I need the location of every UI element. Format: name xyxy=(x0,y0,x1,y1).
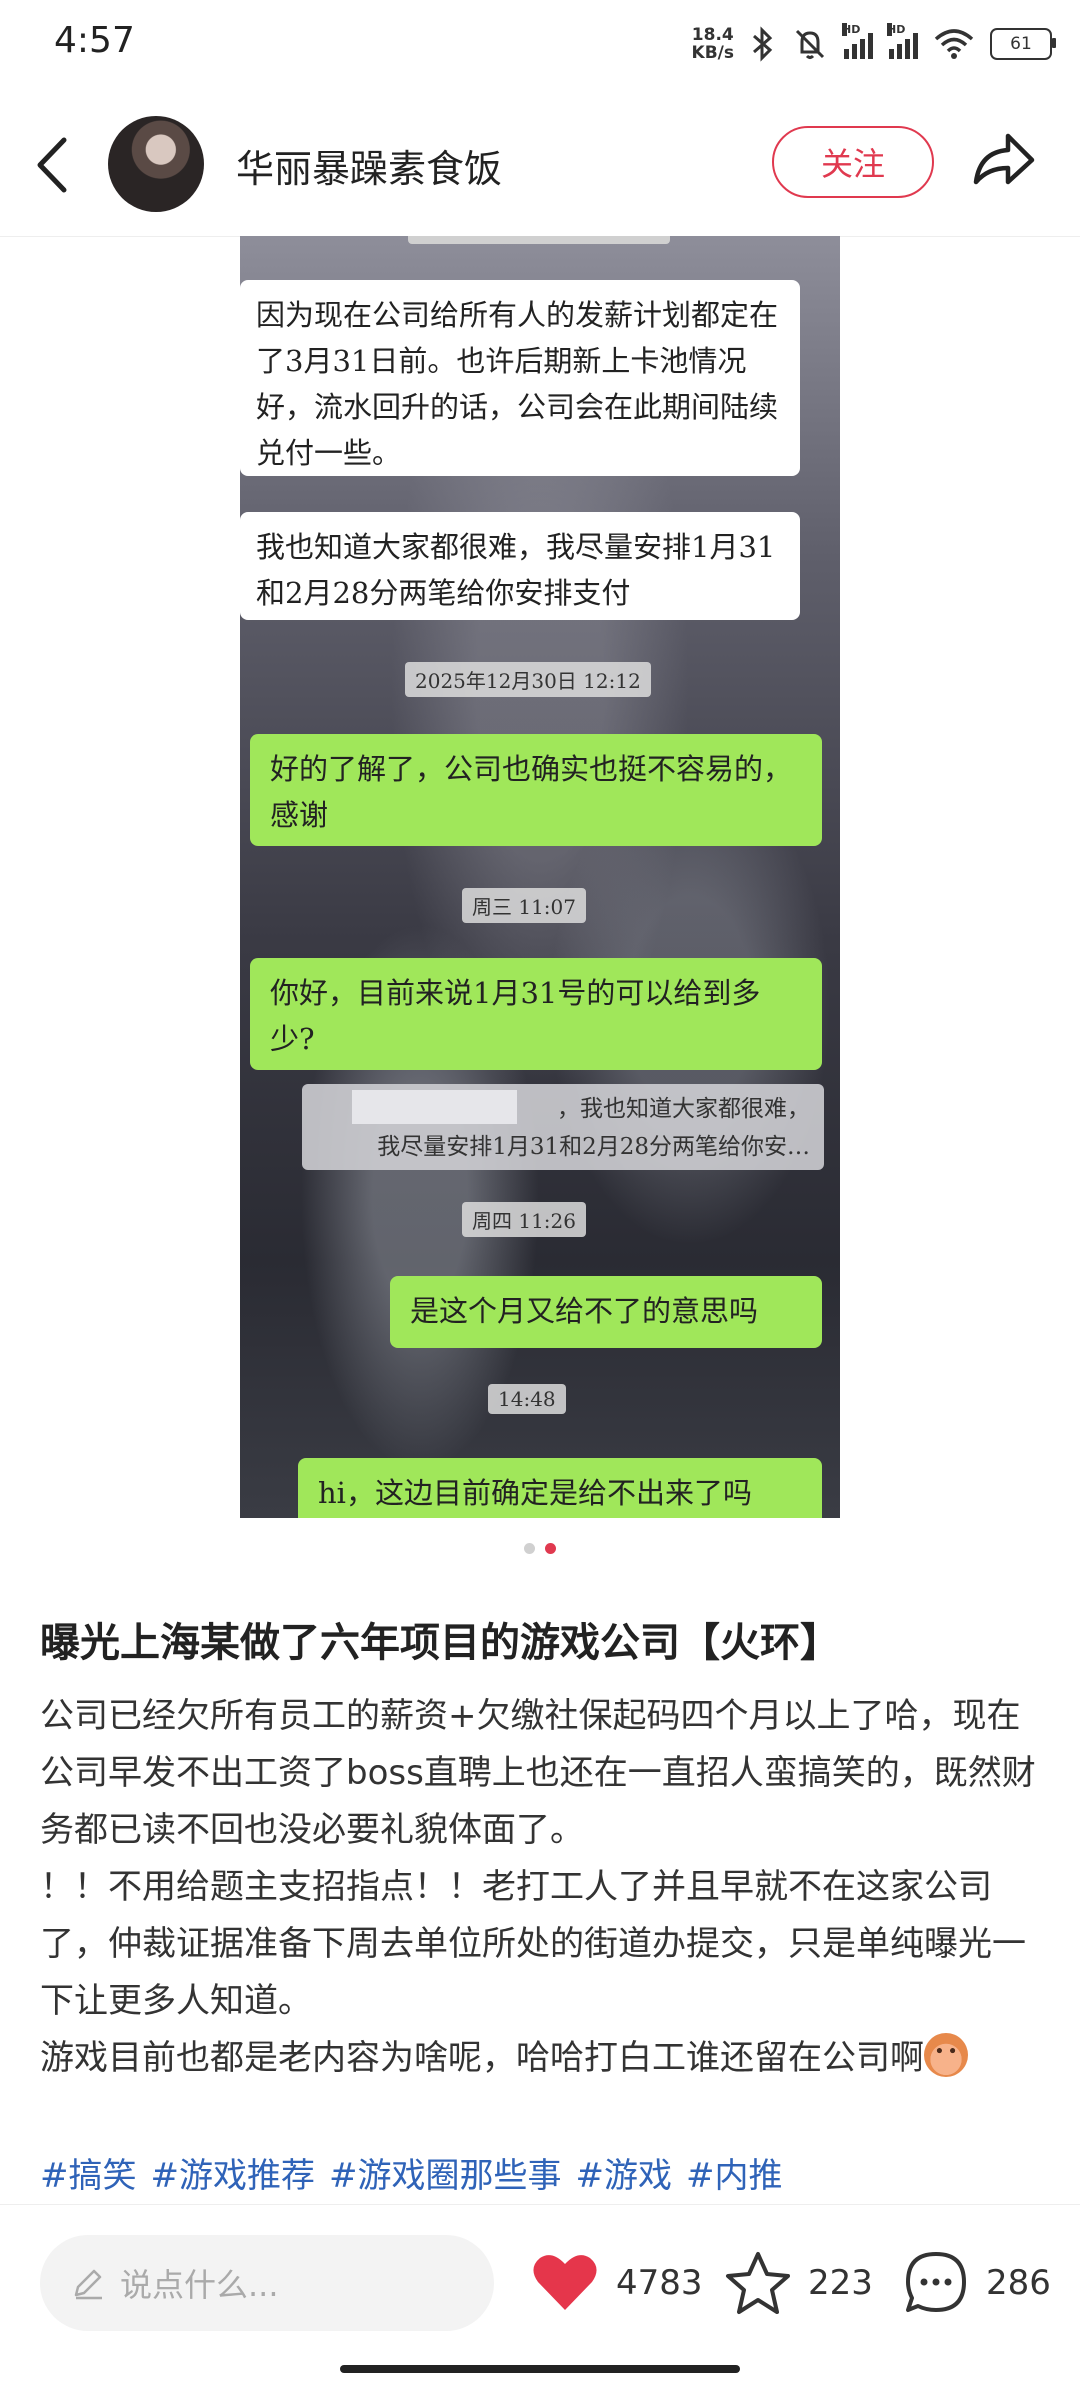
like-button[interactable]: 4783 xyxy=(530,2243,703,2323)
signal-2-icon: HD xyxy=(887,23,918,59)
hashtag[interactable]: #内推 xyxy=(686,2148,783,2197)
share-icon[interactable] xyxy=(968,128,1038,192)
chat-message-incoming: 我也知道大家都很难，我尽量安排1月31和2月28分两笔给你安排支付 xyxy=(240,512,800,620)
chat-timestamp: 周四 11:26 xyxy=(462,1202,586,1237)
hashtag-list: #搞笑 #游戏推荐 #游戏圈那些事 #游戏 #内推 xyxy=(40,2148,1050,2197)
heart-icon xyxy=(533,2255,597,2310)
home-indicator[interactable] xyxy=(340,2365,740,2373)
carousel-dot xyxy=(524,1543,535,1554)
chat-timestamp: 2025年12月30日 12:12 xyxy=(405,662,651,697)
redacted-area xyxy=(352,1090,517,1124)
favorite-button[interactable]: 223 xyxy=(724,2243,873,2323)
image-top-edge xyxy=(408,236,670,244)
bluetooth-icon xyxy=(753,26,773,62)
carousel-indicator xyxy=(0,1543,1080,1554)
follow-button[interactable]: 关注 xyxy=(772,126,934,198)
chat-message-outgoing: 好的了解了，公司也确实也挺不容易的，感谢 xyxy=(250,734,822,846)
star-icon xyxy=(726,2252,790,2314)
post-body: 公司已经欠所有员工的薪资+欠缴社保起码四个月以上了哈，现在公司早发不出工资了bo… xyxy=(40,1688,1050,2087)
signal-1-label: HD xyxy=(842,23,861,36)
back-arrow-icon[interactable] xyxy=(30,132,74,198)
post-paragraph: ！！不用给题主支招指点！！老打工人了并且早就不在这家公司了，仲裁证据准备下周去单… xyxy=(40,1867,1026,2021)
chat-message-outgoing: 是这个月又给不了的意思吗 xyxy=(390,1276,822,1348)
status-bar: 4:57 18.4 KB/s HD HD 61 xyxy=(0,0,1080,92)
comment-input[interactable]: 说点什么... xyxy=(40,2235,494,2331)
carousel-dot-active xyxy=(545,1543,556,1554)
chat-timestamp: 14:48 xyxy=(488,1384,566,1414)
chat-message-incoming: 因为现在公司给所有人的发薪计划都定在了3月31日前。也许后期新上卡池情况好，流水… xyxy=(240,280,800,476)
comment-bubble-icon xyxy=(906,2252,966,2312)
like-count: 4783 xyxy=(616,2263,703,2303)
signal-1-icon: HD xyxy=(842,23,873,59)
cat-emoji-icon xyxy=(924,2033,968,2077)
favorite-count: 223 xyxy=(808,2263,873,2303)
hashtag[interactable]: #游戏圈那些事 xyxy=(329,2148,562,2197)
status-time: 4:57 xyxy=(54,20,135,61)
chat-message-outgoing: 你好，目前来说1月31号的可以给到多少? xyxy=(250,958,822,1070)
post-header: 华丽暴躁素食饭 关注 xyxy=(0,92,1080,237)
post-paragraph-last: 游戏目前也都是老内容为啥呢，哈哈打白工谁还留在公司啊 xyxy=(40,2030,1050,2087)
status-icons: 18.4 KB/s HD HD 61 xyxy=(692,22,1056,66)
signal-2-label: HD xyxy=(887,23,906,36)
quoted-message: ，我也知道大家都很难， 我尽量安排1月31和2月28分两笔给你安… xyxy=(302,1084,824,1170)
bell-muted-icon xyxy=(795,29,825,59)
post-image[interactable]: 因为现在公司给所有人的发薪计划都定在了3月31日前。也许后期新上卡池情况好，流水… xyxy=(240,236,840,1518)
comment-button[interactable]: 286 xyxy=(902,2243,1051,2323)
hashtag[interactable]: #搞笑 xyxy=(40,2148,137,2197)
chat-timestamp: 周三 11:07 xyxy=(462,888,586,923)
post-title: 曝光上海某做了六年项目的游戏公司【火环】 xyxy=(40,1620,840,1666)
post-paragraph-text: 游戏目前也都是老内容为啥呢，哈哈打白工谁还留在公司啊 xyxy=(40,2038,924,2078)
net-speed-value: 18.4 xyxy=(691,25,734,45)
post-paragraph: 公司已经欠所有员工的薪资+欠缴社保起码四个月以上了哈，现在公司早发不出工资了bo… xyxy=(40,1696,1036,1850)
net-speed: 18.4 KB/s xyxy=(692,26,734,62)
comment-placeholder: 说点什么... xyxy=(120,2266,279,2304)
comment-count: 286 xyxy=(986,2263,1051,2303)
hashtag[interactable]: #游戏推荐 xyxy=(151,2148,316,2197)
avatar[interactable] xyxy=(108,116,204,212)
battery-level: 61 xyxy=(1010,34,1032,54)
quote-line-2: 我尽量安排1月31和2月28分两笔给你安… xyxy=(377,1134,810,1160)
hashtag[interactable]: #游戏 xyxy=(576,2148,673,2197)
author-name[interactable]: 华丽暴躁素食饭 xyxy=(236,138,502,193)
wifi-icon xyxy=(934,29,974,59)
pencil-icon xyxy=(74,2269,102,2300)
battery-icon: 61 xyxy=(990,28,1056,60)
net-speed-unit: KB/s xyxy=(691,43,734,63)
chat-message-outgoing: hi，这边目前确定是给不出来了吗 xyxy=(298,1458,822,1518)
